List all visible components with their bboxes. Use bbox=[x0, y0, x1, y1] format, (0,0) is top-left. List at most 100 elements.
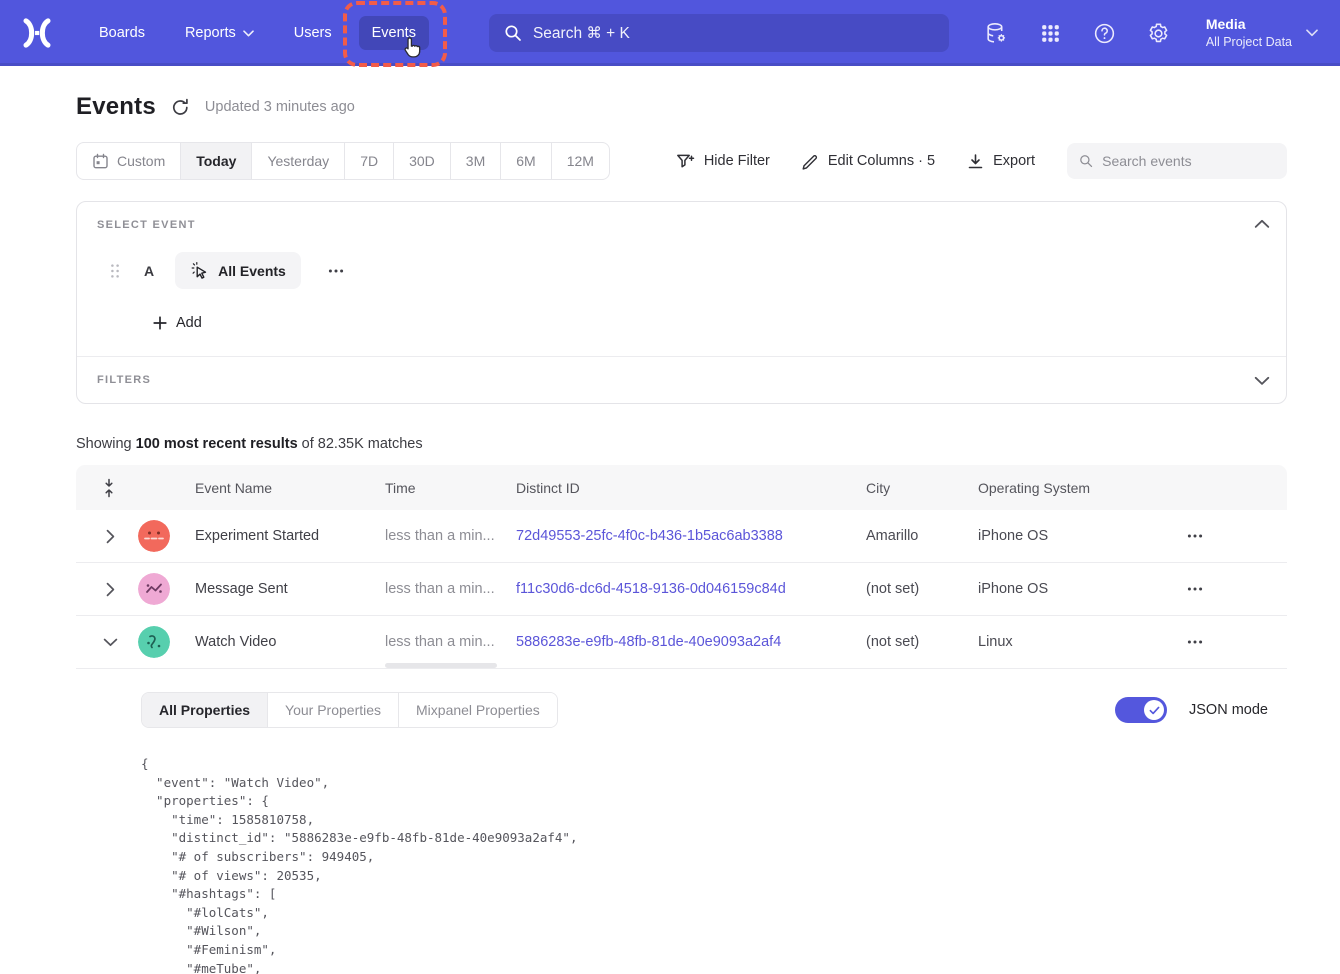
tab-all-properties[interactable]: All Properties bbox=[142, 693, 267, 727]
results-summary: Showing 100 most recent results of 82.35… bbox=[76, 436, 1287, 452]
date-option-custom[interactable]: Custom bbox=[77, 143, 180, 179]
col-distinct-id[interactable]: Distinct ID bbox=[516, 480, 866, 496]
table-row[interactable]: Experiment Started less than a min... 72… bbox=[76, 510, 1287, 563]
event-selector-button[interactable]: All Events bbox=[175, 252, 301, 289]
event-selector-label: All Events bbox=[218, 263, 286, 279]
project-name: Media bbox=[1206, 15, 1292, 34]
json-mode-label: JSON mode bbox=[1189, 702, 1268, 718]
date-option-6m[interactable]: 6M bbox=[500, 143, 550, 179]
chevron-down-icon[interactable] bbox=[1254, 373, 1270, 389]
row-os: iPhone OS bbox=[978, 581, 1178, 597]
row-city: (not set) bbox=[866, 634, 978, 650]
json-code: { "event": "Watch Video", "properties": … bbox=[141, 755, 1268, 974]
date-option-3m[interactable]: 3M bbox=[450, 143, 500, 179]
settings-gear-icon[interactable] bbox=[1146, 21, 1171, 46]
select-event-label: SELECT EVENT bbox=[97, 219, 1266, 231]
add-label: Add bbox=[176, 315, 202, 331]
chevron-up-icon[interactable] bbox=[1254, 216, 1270, 232]
row-time: less than a min... bbox=[385, 634, 516, 650]
properties-tabs: All Properties Your Properties Mixpanel … bbox=[141, 692, 558, 728]
drag-handle-icon[interactable] bbox=[109, 263, 121, 279]
hide-filter-button[interactable]: Hide Filter bbox=[676, 152, 770, 170]
json-mode-toggle[interactable] bbox=[1115, 697, 1167, 723]
mixpanel-logo-icon[interactable] bbox=[20, 18, 54, 48]
col-event-name[interactable]: Event Name bbox=[195, 480, 385, 496]
page-title: Events bbox=[76, 93, 156, 121]
nav-item-boards[interactable]: Boards bbox=[86, 16, 158, 50]
sort-order-icon[interactable] bbox=[102, 478, 116, 498]
chevron-down-icon bbox=[1306, 29, 1318, 37]
plus-icon bbox=[153, 316, 167, 330]
date-range-control: Custom Today Yesterday 7D 30D 3M 6M 12M bbox=[76, 142, 610, 180]
pencil-icon bbox=[802, 153, 819, 170]
date-option-yesterday[interactable]: Yesterday bbox=[251, 143, 344, 179]
row-more-icon[interactable] bbox=[1186, 527, 1204, 545]
row-event-name: Watch Video bbox=[195, 634, 385, 650]
tab-mixpanel-properties[interactable]: Mixpanel Properties bbox=[398, 693, 557, 727]
row-more-icon[interactable] bbox=[1186, 580, 1204, 598]
nav-item-events-active[interactable]: Events bbox=[359, 16, 429, 50]
global-search-placeholder: Search ⌘ + K bbox=[533, 24, 630, 43]
top-navbar: Boards Reports Users Events Search ⌘ + K bbox=[0, 0, 1340, 66]
check-icon bbox=[1149, 705, 1160, 716]
toggle-knob bbox=[1144, 700, 1164, 720]
col-os[interactable]: Operating System bbox=[978, 480, 1178, 496]
edit-columns-button[interactable]: Edit Columns · 5 bbox=[802, 153, 935, 170]
table-row-expanded[interactable]: Watch Video less than a min... 5886283e-… bbox=[76, 616, 1287, 669]
row-distinct-id-link[interactable]: f11c30d6-dc6d-4518-9136-0d046159c84d bbox=[516, 581, 866, 597]
apps-grid-icon[interactable] bbox=[1038, 21, 1063, 46]
export-button[interactable]: Export bbox=[967, 153, 1035, 170]
tab-your-properties[interactable]: Your Properties bbox=[267, 693, 398, 727]
col-city[interactable]: City bbox=[866, 480, 978, 496]
row-os: iPhone OS bbox=[978, 528, 1178, 544]
results-count: 100 most recent results bbox=[136, 436, 298, 452]
event-avatar-watch-video bbox=[138, 626, 170, 658]
main-content: Events Updated 3 minutes ago Custom Toda… bbox=[76, 93, 1287, 974]
project-switcher[interactable]: Media All Project Data bbox=[1206, 15, 1318, 51]
row-distinct-id-link[interactable]: 72d49553-25fc-4f0c-b436-1b5ac6ab3388 bbox=[516, 528, 866, 544]
hide-filter-label: Hide Filter bbox=[704, 153, 770, 169]
table-row[interactable]: Message Sent less than a min... f11c30d6… bbox=[76, 563, 1287, 616]
query-builder-card: SELECT EVENT A All Events bbox=[76, 201, 1287, 404]
data-management-icon[interactable] bbox=[984, 21, 1009, 46]
download-icon bbox=[967, 153, 984, 170]
row-time: less than a min... bbox=[385, 581, 516, 597]
date-option-label: Custom bbox=[117, 153, 165, 169]
nav-item-reports[interactable]: Reports bbox=[172, 16, 267, 50]
export-label: Export bbox=[993, 153, 1035, 169]
search-icon bbox=[504, 24, 522, 42]
chevron-right-icon[interactable] bbox=[103, 582, 118, 597]
row-city: Amarillo bbox=[866, 528, 978, 544]
edit-columns-label: Edit Columns · 5 bbox=[828, 153, 935, 169]
date-option-12m[interactable]: 12M bbox=[551, 143, 609, 179]
chevron-down-icon[interactable] bbox=[103, 635, 118, 650]
add-event-button[interactable]: Add bbox=[153, 315, 202, 331]
event-more-icon[interactable] bbox=[327, 262, 345, 280]
sparkle-cursor-icon bbox=[190, 261, 209, 280]
date-option-7d[interactable]: 7D bbox=[344, 143, 393, 179]
funnel-icon bbox=[676, 152, 695, 170]
event-properties-panel: All Properties Your Properties Mixpanel … bbox=[76, 669, 1287, 974]
search-icon bbox=[1079, 153, 1093, 169]
nav-item-users[interactable]: Users bbox=[281, 16, 345, 50]
last-updated-text: Updated 3 minutes ago bbox=[205, 99, 355, 115]
refresh-icon[interactable] bbox=[171, 98, 190, 117]
row-distinct-id-link[interactable]: 5886283e-e9fb-48fb-81de-40e9093a2af4 bbox=[516, 634, 866, 650]
row-city: (not set) bbox=[866, 581, 978, 597]
row-event-name: Message Sent bbox=[195, 581, 385, 597]
help-icon[interactable] bbox=[1092, 21, 1117, 46]
date-option-today[interactable]: Today bbox=[180, 143, 251, 179]
table-header: Event Name Time Distinct ID City Operati… bbox=[76, 465, 1287, 510]
global-search-input[interactable]: Search ⌘ + K bbox=[489, 14, 949, 52]
search-events-input[interactable] bbox=[1102, 153, 1275, 169]
date-option-30d[interactable]: 30D bbox=[393, 143, 450, 179]
event-avatar-experiment bbox=[138, 520, 170, 552]
project-scope: All Project Data bbox=[1206, 34, 1292, 51]
row-time: less than a min... bbox=[385, 528, 516, 544]
col-time[interactable]: Time bbox=[385, 480, 516, 496]
row-more-icon[interactable] bbox=[1186, 633, 1204, 651]
search-events-field bbox=[1067, 143, 1287, 179]
table-horizontal-scrollbar[interactable] bbox=[385, 663, 497, 668]
chevron-right-icon[interactable] bbox=[103, 529, 118, 544]
filters-label: FILTERS bbox=[97, 374, 1266, 386]
